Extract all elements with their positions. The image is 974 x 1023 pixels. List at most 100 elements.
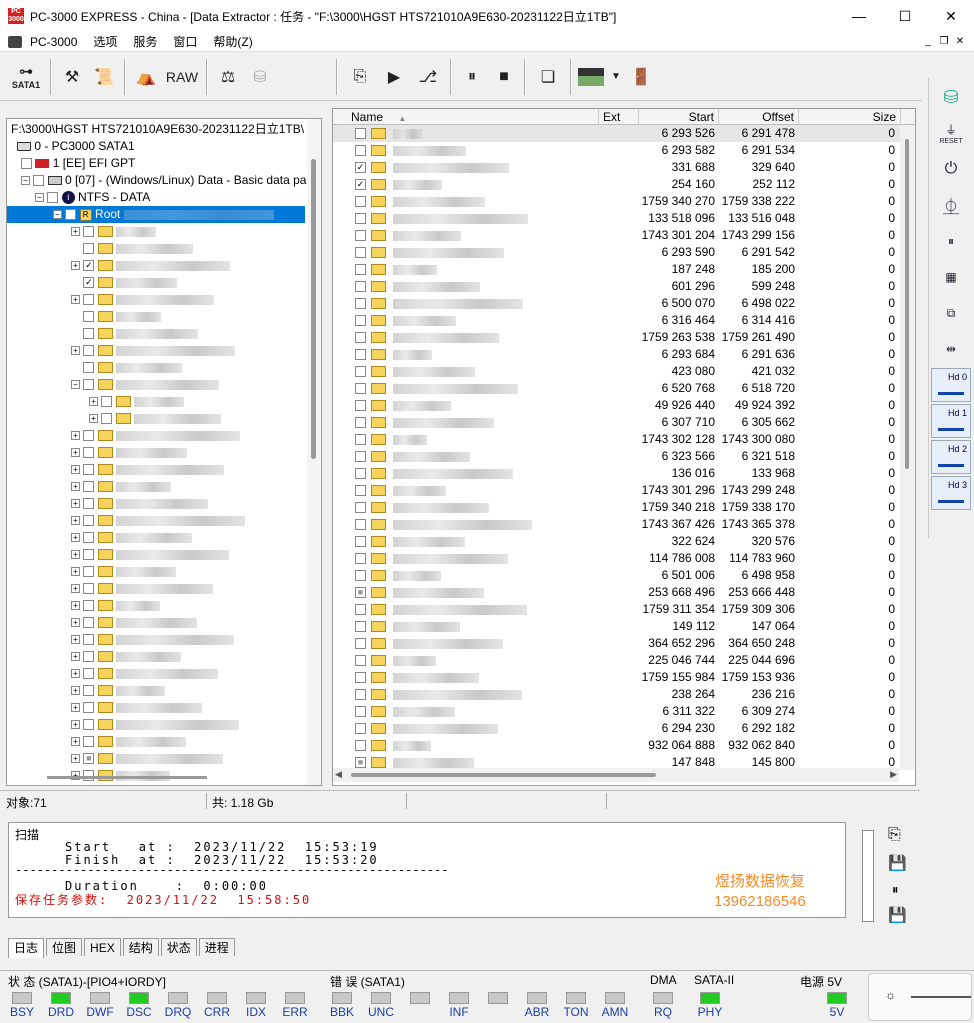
list-item[interactable]: 1743 367 426 1743 365 378 0 (333, 516, 903, 533)
scroll-thumb[interactable] (351, 773, 656, 777)
list-item[interactable]: 6 500 070 6 498 022 0 (333, 295, 903, 312)
checkbox[interactable] (355, 570, 366, 581)
list-item[interactable]: 49 926 440 49 924 392 0 (333, 397, 903, 414)
tree-folder-row[interactable]: + (89, 410, 321, 427)
list-item[interactable]: ■ 253 668 496 253 666 448 0 (333, 584, 903, 601)
head-0-button[interactable]: Hd 0 (931, 368, 971, 402)
save-icon[interactable]: 💾 (888, 854, 907, 872)
tree-folder-row[interactable]: + (71, 444, 321, 461)
checkbox[interactable] (355, 400, 366, 411)
list-item[interactable]: 149 112 147 064 0 (333, 618, 903, 635)
checkbox[interactable] (83, 651, 95, 663)
checkbox[interactable] (355, 298, 366, 309)
stop-button[interactable]: ■ (488, 57, 520, 97)
save-log-icon[interactable]: 💾 (888, 906, 907, 924)
tree-button[interactable]: ⎇ (410, 57, 446, 97)
tree-folder-row[interactable]: + (71, 461, 321, 478)
tree-ntfs[interactable]: − i NTFS - DATA (35, 189, 321, 206)
expand-icon[interactable]: + (71, 261, 80, 271)
checkbox[interactable] (83, 294, 95, 306)
tree-gpt[interactable]: 1 [EE] EFI GPT (21, 155, 321, 172)
checkbox[interactable]: ✓ (355, 162, 366, 173)
checkbox[interactable] (83, 515, 95, 527)
checkbox[interactable] (355, 383, 366, 394)
tree-partition[interactable]: − 0 [07] - (Windows/Linux) Data - Basic … (21, 172, 321, 189)
list-vscrollbar[interactable] (900, 125, 914, 770)
copy-button[interactable]: ❏ (530, 57, 566, 97)
tree-folder-row[interactable]: + (71, 563, 321, 580)
expand-icon[interactable]: + (71, 737, 80, 747)
checkbox[interactable]: ■ (83, 753, 95, 765)
expand-icon[interactable]: + (71, 652, 80, 662)
expand-icon[interactable]: + (71, 448, 80, 458)
head-3-button[interactable]: Hd 3 (931, 476, 971, 510)
checkbox[interactable] (355, 638, 366, 649)
tree-folder-row[interactable]: + (71, 223, 321, 240)
tree-folder-row[interactable]: + (71, 597, 321, 614)
view-button[interactable] (576, 57, 606, 97)
expand-icon[interactable]: + (89, 397, 98, 407)
checkbox[interactable] (65, 209, 77, 221)
exit-button[interactable]: 🚪 (626, 57, 656, 97)
list-item[interactable]: 601 296 599 248 0 (333, 278, 903, 295)
tree-root-path[interactable]: F:\3000\HGST HTS721010A9E630-20231122日立1… (11, 121, 311, 138)
tree-folder-row[interactable]: + (71, 495, 321, 512)
expand-icon[interactable]: + (71, 703, 80, 713)
column-offset[interactable]: Offset (719, 109, 799, 125)
list-item[interactable]: ✓ 254 160 252 112 0 (333, 176, 903, 193)
list-item[interactable]: ✓ 331 688 329 640 0 (333, 159, 903, 176)
checkbox[interactable] (355, 502, 366, 513)
list-item[interactable]: 225 046 744 225 044 696 0 (333, 652, 903, 669)
tree-folder-row[interactable]: + (71, 665, 321, 682)
checkbox[interactable] (355, 468, 366, 479)
menu-service[interactable]: 服务 (125, 32, 165, 52)
list-item[interactable]: 6 323 566 6 321 518 0 (333, 448, 903, 465)
expand-icon[interactable]: + (71, 601, 80, 611)
menu-pc3000[interactable]: PC-3000 (22, 32, 85, 52)
expand-icon[interactable]: + (71, 227, 80, 237)
checkbox[interactable] (355, 281, 366, 292)
list-item[interactable]: 133 518 096 133 516 048 0 (333, 210, 903, 227)
list-item[interactable]: 932 064 888 932 062 840 0 (333, 737, 903, 754)
tab-structure[interactable]: 结构 (122, 938, 159, 956)
list-item[interactable]: 6 293 582 6 291 534 0 (333, 142, 903, 159)
menu-window[interactable]: 窗口 (165, 32, 205, 52)
list-item[interactable]: 6 520 768 6 518 720 0 (333, 380, 903, 397)
checkbox[interactable] (47, 192, 59, 204)
power-button[interactable]: ⏻ (931, 152, 971, 186)
tree-folder-row[interactable]: + (71, 716, 321, 733)
tree-folder-row[interactable]: + (71, 614, 321, 631)
tree-folder-row[interactable]: + (71, 342, 321, 359)
collapse-icon[interactable]: − (21, 176, 30, 186)
tab-process[interactable]: 进程 (198, 938, 235, 956)
rt-pause-button[interactable]: ⏸ (931, 224, 971, 258)
head-2-button[interactable]: Hd 2 (931, 440, 971, 474)
tab-bitmap[interactable]: 位图 (46, 938, 83, 956)
list-hscrollbar[interactable]: ◀ ▶ (333, 768, 899, 782)
checkbox[interactable] (355, 145, 366, 156)
scroll-right-icon[interactable]: ▶ (890, 769, 897, 780)
tab-hex[interactable]: HEX (84, 938, 121, 956)
minimize-icon[interactable]: — (836, 0, 882, 32)
checkbox[interactable] (83, 311, 95, 323)
connector-button[interactable]: ⇹ (931, 332, 971, 366)
tree-folder-row[interactable]: + (71, 359, 321, 376)
checkbox[interactable] (83, 328, 95, 340)
list-item[interactable]: 136 016 133 968 0 (333, 465, 903, 482)
checkbox[interactable] (83, 226, 95, 238)
tree-folder-row[interactable]: + (71, 478, 321, 495)
log-vslider[interactable] (862, 830, 874, 922)
list-item[interactable]: 1759 311 354 1759 309 306 0 (333, 601, 903, 618)
maximize-icon[interactable]: ☐ (882, 0, 928, 32)
tree-folder-row[interactable]: − (71, 376, 321, 393)
checkbox[interactable] (83, 719, 95, 731)
expand-icon[interactable]: + (71, 346, 80, 356)
tree-folder-row[interactable]: + (89, 393, 321, 410)
list-item[interactable]: 238 264 236 216 0 (333, 686, 903, 703)
checkbox[interactable] (355, 536, 366, 547)
tab-log[interactable]: 日志 (8, 938, 45, 958)
tree-folder-row[interactable]: + ✓ (71, 257, 321, 274)
column-size[interactable]: Size (799, 109, 901, 125)
search-button[interactable]: ⛺ (130, 57, 162, 97)
tree-folder-row[interactable]: + (71, 682, 321, 699)
